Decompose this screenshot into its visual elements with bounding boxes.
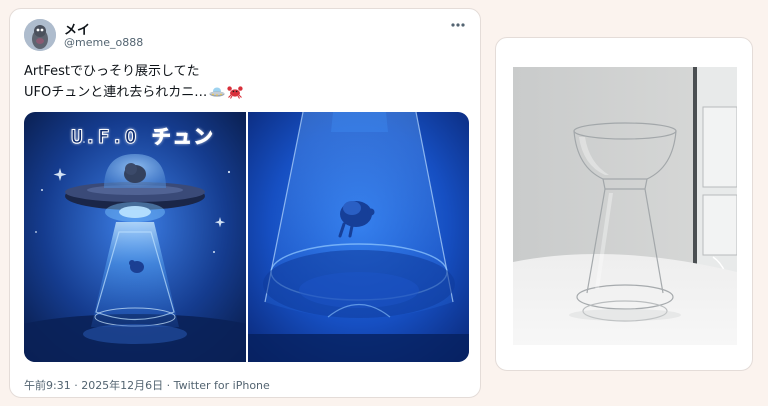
user-handle[interactable]: @meme_o888: [64, 36, 143, 49]
more-icon: [451, 23, 465, 27]
more-options-button[interactable]: [448, 17, 468, 33]
photo-glass-ufo-vessel[interactable]: [513, 67, 737, 345]
avatar[interactable]: [24, 19, 56, 51]
tweet-card: メイ @meme_o888 ArtFestでひっそり展示してた UFOチュンと連…: [9, 8, 481, 398]
tweet-text-line-2: UFOチュンと連れ去られカニ…: [24, 82, 464, 103]
media-image-glass-closeup[interactable]: [247, 112, 469, 362]
media-image-ufo-sculpture[interactable]: U.F.O チュン: [24, 112, 246, 362]
media-grid: U.F.O チュン: [24, 112, 469, 362]
tweet-text-line-2-text: UFOチュンと連れ去られカニ…: [24, 85, 208, 100]
media-title-text: U.F.O チュン: [71, 126, 215, 149]
tweet-text-line-1: ArtFestでひっそり展示してた: [24, 64, 200, 79]
flying-saucer-emoji: [209, 85, 225, 99]
crab-emoji: [227, 85, 243, 99]
tweet-text: ArtFestでひっそり展示してた UFOチュンと連れ去られカニ…: [24, 61, 464, 103]
tweet-timestamp[interactable]: 午前9:31 · 2025年12月6日 · Twitter for iPhone: [24, 377, 270, 393]
photo-card: [495, 37, 753, 371]
